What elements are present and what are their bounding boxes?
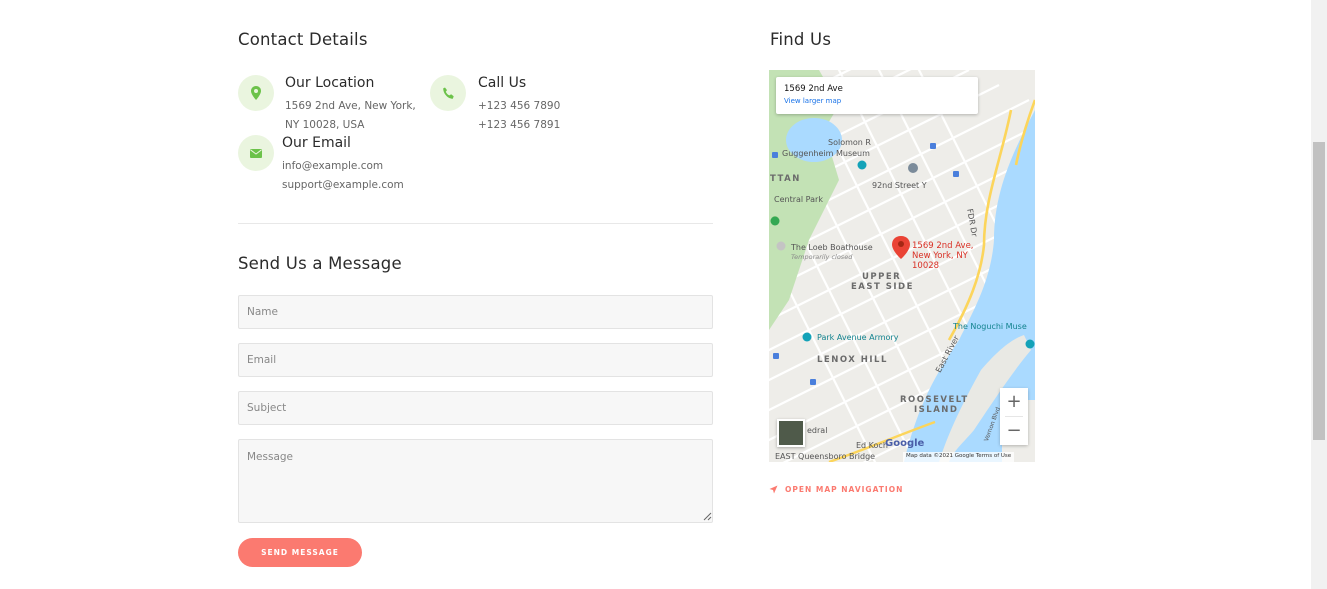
map-pin-icon	[238, 75, 274, 111]
map-label-lenox-hill: LENOX HILL	[817, 355, 888, 365]
google-logo: Google	[885, 438, 925, 449]
email-input[interactable]	[238, 343, 713, 377]
embedded-map[interactable]: 1569 2nd Ave View larger map Solomon R G…	[769, 70, 1035, 462]
phone-line-1[interactable]: +123 456 7890	[478, 100, 560, 112]
map-label-armory: Park Avenue Armory	[817, 333, 899, 342]
map-label-east-side: EAST SIDE	[851, 282, 914, 292]
location-line-2: NY 10028, USA	[285, 119, 365, 131]
envelope-icon	[238, 135, 274, 171]
location-title: Our Location	[285, 75, 375, 91]
contact-details-title: Contact Details	[238, 30, 368, 49]
map-label-upper: UPPER	[862, 272, 902, 282]
map-label-temp-closed: Temporarily closed	[791, 253, 853, 261]
navigation-arrow-icon	[769, 485, 778, 494]
zoom-controls: + −	[1000, 388, 1028, 445]
zoom-out-button[interactable]: −	[1000, 417, 1028, 445]
map-label-pin: 1569 2nd Ave, New York, NY 10028	[912, 241, 974, 271]
subject-input[interactable]	[238, 391, 713, 425]
section-divider	[238, 223, 713, 224]
map-label-queensboro: EAST Queensboro Bridge	[775, 452, 876, 461]
phone-icon	[430, 75, 466, 111]
location-line-1: 1569 2nd Ave, New York,	[285, 100, 416, 112]
open-map-navigation-label: OPEN MAP NAVIGATION	[785, 485, 904, 494]
page-scrollbar[interactable]	[1311, 0, 1327, 589]
map-label-92nd-street: 92nd Street Y	[872, 181, 927, 190]
resize-grip-icon[interactable]	[702, 511, 712, 521]
map-label-central-park: Central Park	[774, 195, 823, 204]
call-title: Call Us	[478, 75, 527, 91]
email-line-2[interactable]: support@example.com	[282, 179, 404, 191]
satellite-toggle[interactable]	[777, 419, 805, 447]
open-map-navigation-link[interactable]: OPEN MAP NAVIGATION	[769, 485, 903, 494]
map-label-island: ISLAND	[914, 405, 959, 415]
map-label-ed-koch: Ed Koch	[856, 441, 888, 450]
phone-line-2[interactable]: +123 456 7891	[478, 119, 560, 131]
view-larger-map-link[interactable]: View larger map	[784, 97, 970, 105]
find-us-title: Find Us	[770, 30, 832, 49]
map-label-ttan: TTAN	[770, 174, 801, 184]
map-label-roosevelt: ROOSEVELT	[900, 395, 969, 405]
zoom-in-button[interactable]: +	[1000, 388, 1028, 416]
scrollbar-thumb[interactable]	[1313, 142, 1325, 440]
send-message-button[interactable]: SEND MESSAGE	[238, 538, 362, 567]
map-label-solomon: Solomon R	[828, 138, 871, 147]
map-card-address: 1569 2nd Ave	[784, 84, 843, 94]
map-info-card: 1569 2nd Ave View larger map	[776, 77, 978, 114]
map-label-guggenheim: Guggenheim Museum	[782, 149, 870, 158]
email-title: Our Email	[282, 135, 351, 151]
message-textarea[interactable]	[238, 439, 713, 523]
email-line-1[interactable]: info@example.com	[282, 160, 383, 172]
map-footer[interactable]: Map data ©2021 Google Terms of Use	[903, 452, 1015, 462]
map-label-edral: edral	[807, 426, 828, 435]
map-label-noguchi: The Noguchi Muse	[953, 322, 1027, 331]
map-label-boathouse: The Loeb Boathouse	[791, 243, 873, 252]
name-input[interactable]	[238, 295, 713, 329]
send-message-title: Send Us a Message	[238, 254, 402, 273]
